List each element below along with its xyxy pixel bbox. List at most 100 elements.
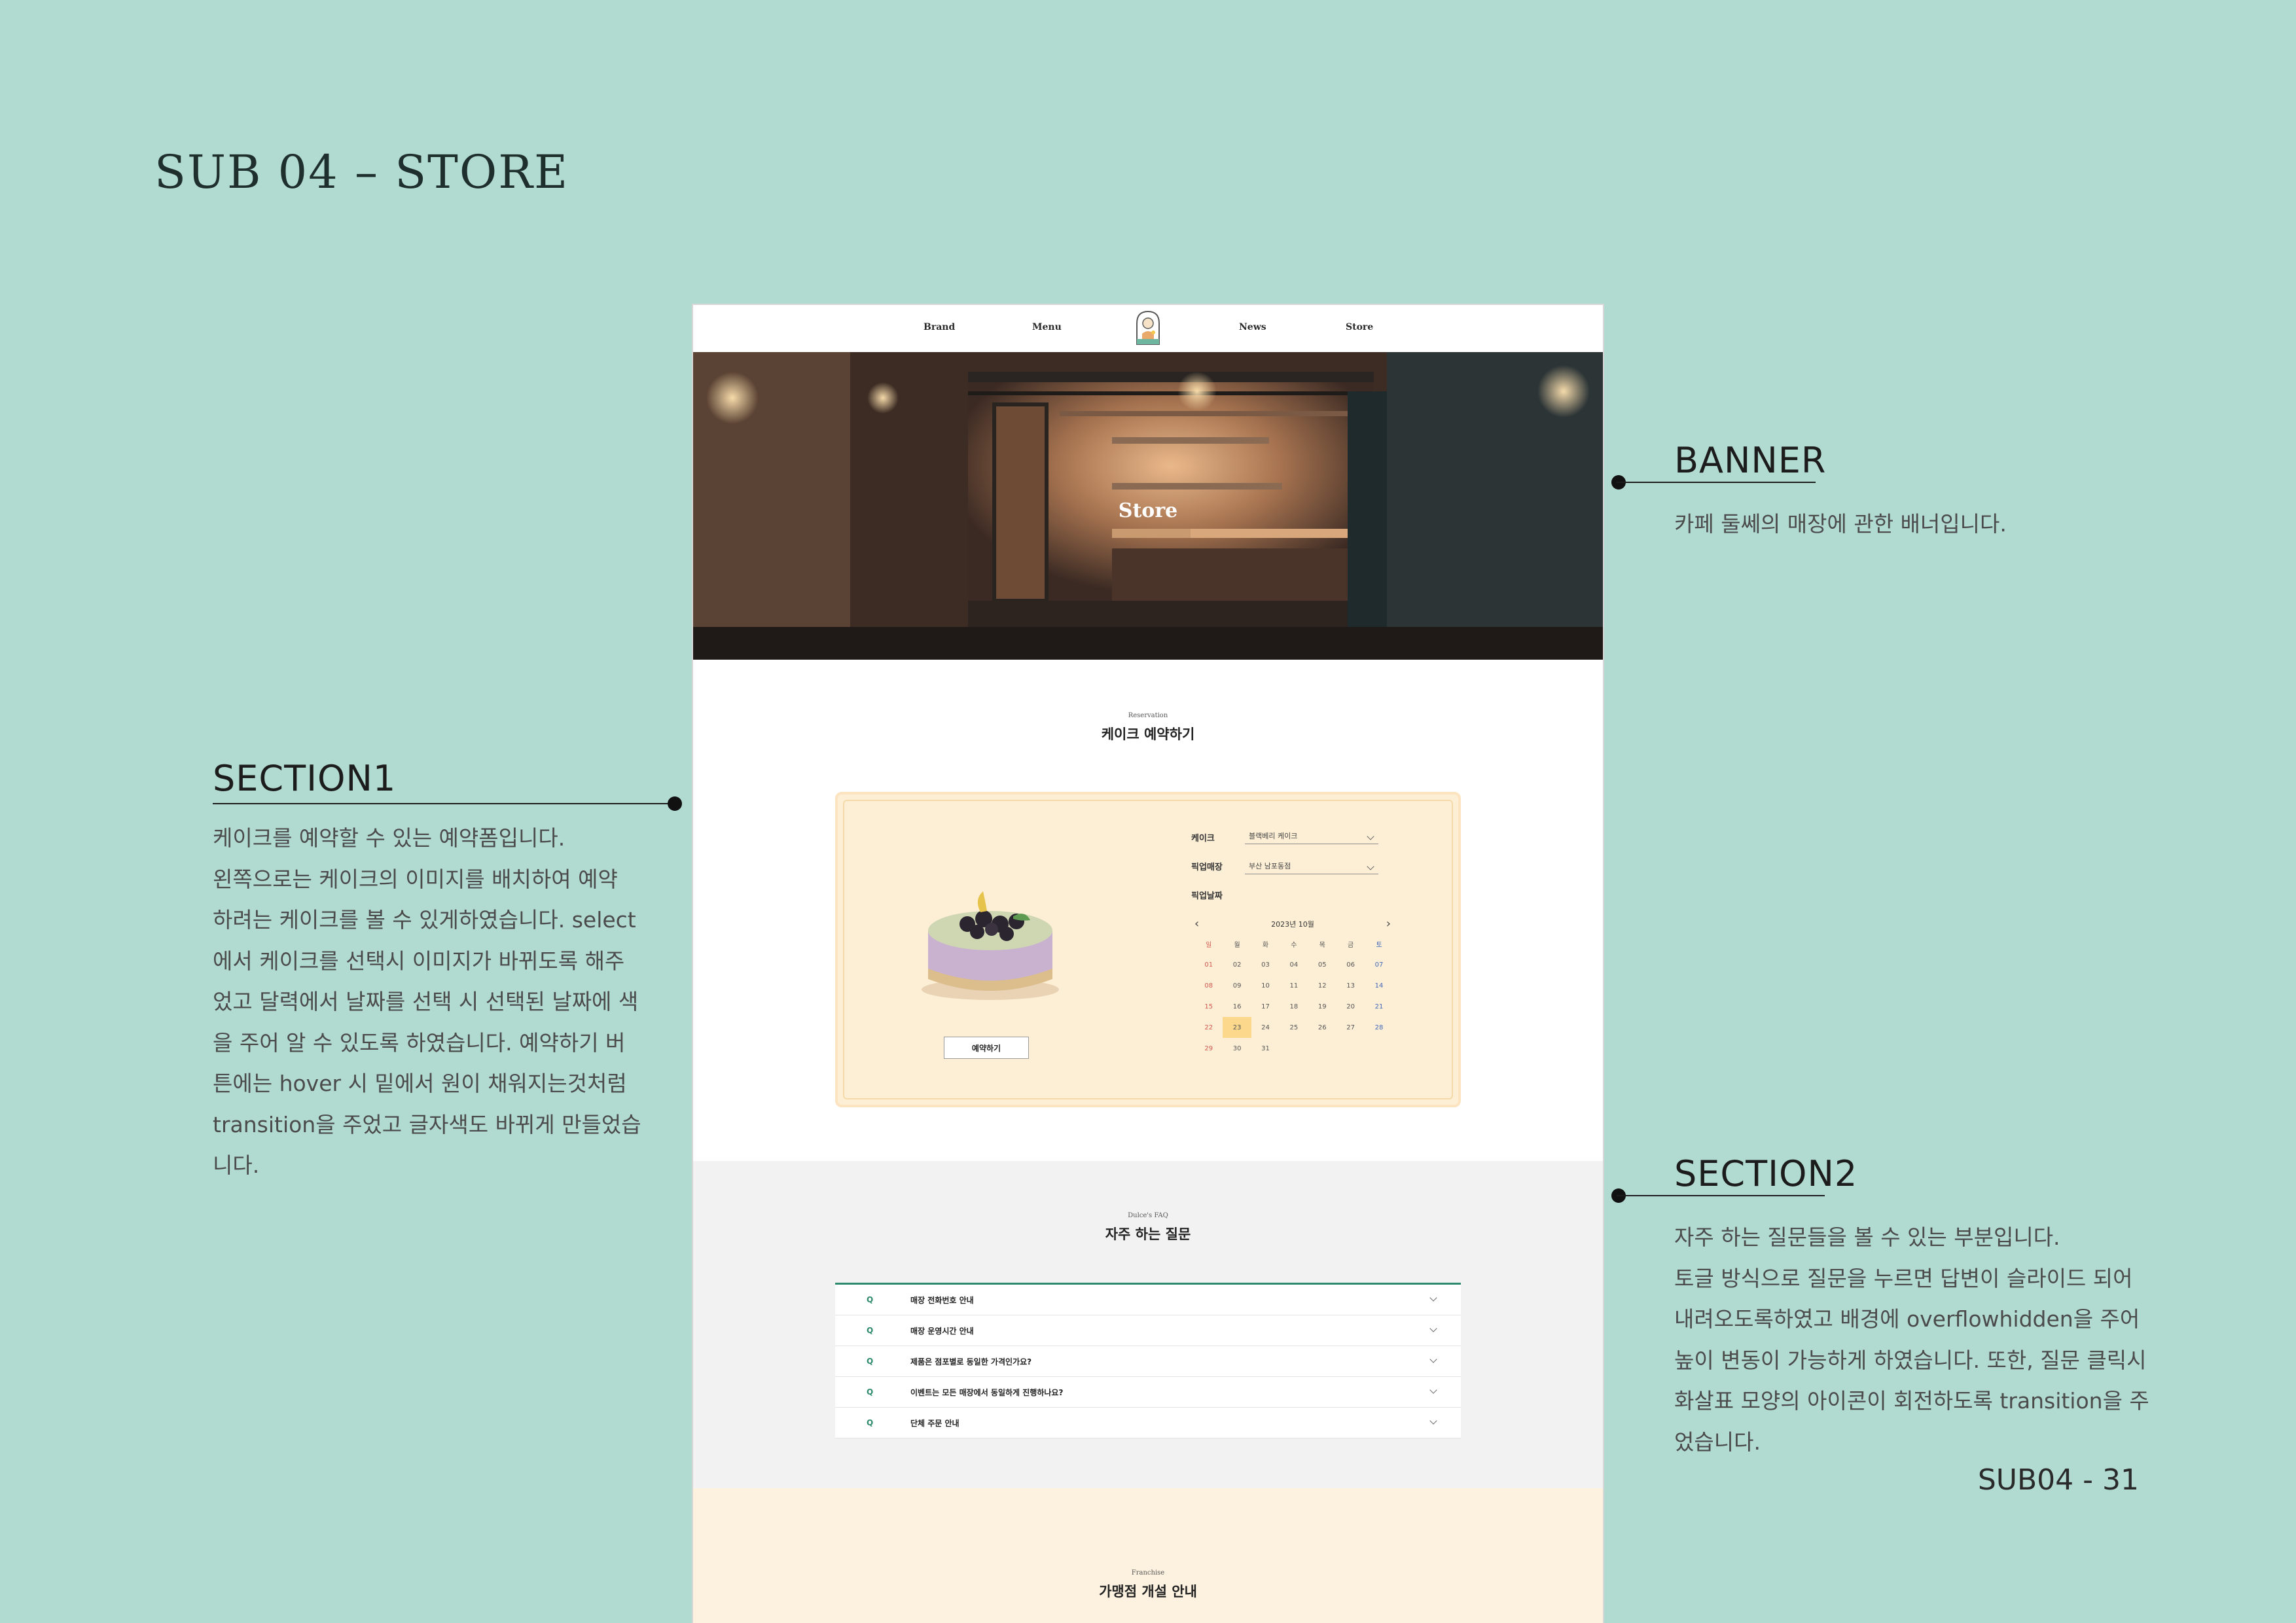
date-label: 픽업날짜 [1191, 891, 1223, 901]
annotation-line: 토글 방식으로 질문을 누르면 답변이 슬라이드 되어 [1674, 1265, 2133, 1291]
section2-annotation-line [1617, 1195, 1825, 1196]
page-number: SUB04 - 31 [1977, 1463, 2139, 1497]
calendar-day[interactable]: 31 [1251, 1038, 1280, 1059]
nav-brand[interactable]: Brand [924, 322, 955, 332]
calendar-day[interactable]: 09 [1223, 975, 1251, 996]
faq-q-mark: Q [867, 1295, 874, 1304]
calendar-day[interactable]: 06 [1336, 954, 1365, 975]
chevron-down-icon [1429, 1355, 1437, 1363]
faq-subtitle: Dulce's FAQ [1128, 1212, 1168, 1219]
reservation-subtitle: Reservation [1128, 712, 1168, 719]
section1-annotation-dot [668, 796, 682, 811]
reservation-form: 예약하기 케이크 블랙베리 케이크 픽업매장 부산 남포동점 픽업날짜 ‹ 20… [835, 792, 1461, 1107]
annotation-line: 었고 달력에서 날짜를 선택 시 선택된 날짜에 색 [213, 989, 639, 1014]
calendar-day[interactable]: 08 [1194, 975, 1223, 996]
calendar-day[interactable]: 24 [1251, 1017, 1280, 1038]
website-mockup: Brand Menu News Store Store Reservation … [692, 304, 1604, 1623]
franchise-section: Franchise 가맹점 개설 안내 [693, 1488, 1603, 1623]
faq-question: 단체 주문 안내 [910, 1418, 960, 1428]
cake-select-value: 블랙베리 케이크 [1249, 832, 1298, 840]
calendar-day[interactable]: 11 [1280, 975, 1308, 996]
chevron-down-icon [1429, 1417, 1437, 1425]
annotation-line: 니다. [213, 1152, 260, 1178]
calendar-day[interactable]: 13 [1336, 975, 1365, 996]
section1-annotation-text: 케이크를 예약할 수 있는 예약폼입니다. 왼쪽으로는 케이크의 이미지를 배치… [213, 818, 658, 1186]
store-select[interactable]: 부산 남포동점 [1245, 859, 1378, 874]
calendar-day[interactable]: 01 [1194, 954, 1223, 975]
calendar: ‹ 2023년 10월 › 일 월 화 수 목 금 토 01 02 03 04 05 06 07 08 09 1… [1194, 916, 1391, 1059]
calendar-day[interactable]: 30 [1223, 1038, 1251, 1059]
section1-annotation-title: SECTION1 [213, 758, 397, 799]
calendar-day[interactable]: 12 [1308, 975, 1336, 996]
page-title: SUB 04 – STORE [154, 145, 569, 199]
chevron-right-icon[interactable]: › [1386, 916, 1391, 932]
faq-question: 이벤트는 모든 매장에서 동일하게 진행하나요? [910, 1387, 1064, 1397]
faq-list: Q 매장 전화번호 안내 Q 매장 운영시간 안내 Q 제품은 점포별로 동일한 가격인가… [835, 1283, 1461, 1438]
calendar-day[interactable]: 07 [1365, 954, 1393, 975]
calendar-day[interactable]: 25 [1280, 1017, 1308, 1038]
banner-title: Store [1118, 499, 1178, 522]
calendar-day[interactable]: 15 [1194, 996, 1223, 1017]
calendar-day[interactable]: 26 [1308, 1017, 1336, 1038]
calendar-day[interactable]: 14 [1365, 975, 1393, 996]
calendar-day[interactable]: 05 [1308, 954, 1336, 975]
faq-item[interactable]: Q 매장 운영시간 안내 [835, 1315, 1461, 1346]
calendar-day[interactable]: 03 [1251, 954, 1280, 975]
nav-store[interactable]: Store [1346, 322, 1373, 332]
calendar-weekday: 토 [1376, 941, 1382, 949]
nav-news[interactable]: News [1239, 322, 1266, 332]
calendar-day[interactable]: 20 [1336, 996, 1365, 1017]
calendar-day[interactable]: 21 [1365, 996, 1393, 1017]
chevron-left-icon[interactable]: ‹ [1194, 916, 1199, 932]
chevron-down-icon [1429, 1294, 1437, 1302]
calendar-day[interactable]: 10 [1251, 975, 1280, 996]
calendar-weekday: 월 [1234, 941, 1240, 949]
reserve-button[interactable]: 예약하기 [944, 1037, 1029, 1059]
annotation-line: 내려오도록하였고 배경에 overflowhidden을 주어 [1674, 1306, 2140, 1332]
calendar-day[interactable]: 18 [1280, 996, 1308, 1017]
calendar-day[interactable]: 04 [1280, 954, 1308, 975]
nav-menu[interactable]: Menu [1032, 322, 1062, 332]
calendar-weekday: 화 [1262, 941, 1269, 949]
section1-annotation-line [213, 803, 675, 804]
annotation-line: 에서 케이크를 선택시 이미지가 바뀌도록 해주 [213, 948, 625, 974]
faq-q-mark: Q [867, 1357, 874, 1366]
annotation-line: 화살표 모양의 아이콘이 회전하도록 transition을 주 [1674, 1388, 2149, 1414]
calendar-header: ‹ 2023년 10월 › [1194, 916, 1391, 933]
section2-annotation-text: 자주 하는 질문들을 볼 수 있는 부분입니다. 토글 방식으로 질문을 누르면… [1674, 1217, 2159, 1463]
faq-item[interactable]: Q 이벤트는 모든 매장에서 동일하게 진행하나요? [835, 1377, 1461, 1408]
faq-section: Dulce's FAQ 자주 하는 질문 Q 매장 전화번호 안내 Q 매장 운영시간… [693, 1161, 1603, 1488]
faq-question: 매장 전화번호 안내 [910, 1295, 974, 1305]
calendar-day[interactable]: 02 [1223, 954, 1251, 975]
annotation-line: 튼에는 hover 시 밑에서 원이 채워지는것처럼 [213, 1071, 627, 1096]
annotation-line: 하려는 케이크를 볼 수 있게하였습니다. select [213, 907, 636, 933]
calendar-day[interactable]: 27 [1336, 1017, 1365, 1038]
faq-item[interactable]: Q 제품은 점포별로 동일한 가격인가요? [835, 1346, 1461, 1377]
cake-image [915, 859, 1066, 1009]
store-banner: Store [693, 352, 1603, 660]
calendar-day[interactable]: 28 [1365, 1017, 1393, 1038]
annotation-line: transition을 주었고 글자색도 바뀌게 만들었습 [213, 1111, 641, 1137]
calendar-month: 2023년 10월 [1271, 920, 1314, 929]
calendar-day[interactable]: 19 [1308, 996, 1336, 1017]
reservation-title: 케이크 예약하기 [1101, 726, 1195, 742]
faq-item[interactable]: Q 단체 주문 안내 [835, 1408, 1461, 1438]
chevron-down-icon [1429, 1325, 1437, 1332]
cafe-logo-icon[interactable] [1133, 309, 1163, 347]
banner-annotation-title: BANNER [1674, 440, 1827, 481]
calendar-day[interactable]: 29 [1194, 1038, 1223, 1059]
calendar-day-selected[interactable]: 23 [1223, 1017, 1251, 1038]
annotation-line: 카페 둘쎄의 매장에 관한 배너입니다. [1674, 511, 2007, 537]
calendar-day[interactable]: 17 [1251, 996, 1280, 1017]
store-select-value: 부산 남포동점 [1249, 862, 1291, 870]
cake-label: 케이크 [1191, 834, 1215, 844]
cake-select[interactable]: 블랙베리 케이크 [1245, 829, 1378, 844]
faq-question: 매장 운영시간 안내 [910, 1326, 974, 1336]
calendar-day[interactable]: 22 [1194, 1017, 1223, 1038]
annotation-line: 을 주어 알 수 있도록 하였습니다. 예약하기 버 [213, 1029, 626, 1056]
section2-annotation-title: SECTION2 [1674, 1153, 1858, 1194]
calendar-weekday: 목 [1319, 941, 1325, 949]
calendar-day[interactable]: 16 [1223, 996, 1251, 1017]
faq-item[interactable]: Q 매장 전화번호 안내 [835, 1285, 1461, 1315]
faq-title: 자주 하는 질문 [1105, 1226, 1191, 1242]
